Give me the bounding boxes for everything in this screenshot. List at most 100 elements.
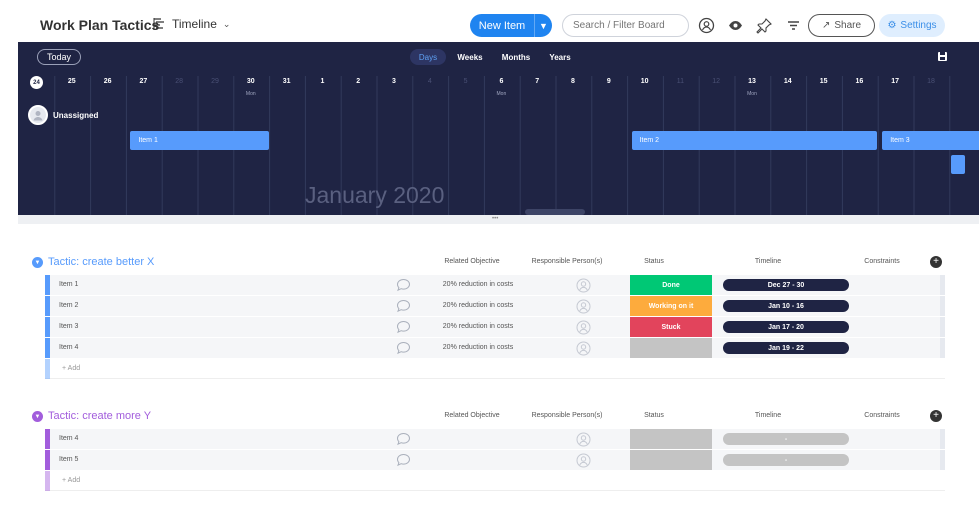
status-badge[interactable]	[630, 429, 712, 449]
timeline-pill[interactable]: Jan 17 - 20	[723, 321, 849, 333]
item-name[interactable]: Item 2	[59, 302, 78, 309]
comment-icon[interactable]	[396, 299, 411, 313]
table-row[interactable]: Item 4 -	[45, 429, 945, 450]
comment-icon[interactable]	[396, 453, 411, 467]
timeline-pill[interactable]: Dec 27 - 30	[723, 279, 849, 291]
comment-icon[interactable]	[396, 432, 411, 446]
item-name[interactable]: Item 4	[59, 344, 78, 351]
timeline-pill[interactable]: -	[723, 433, 849, 445]
timeline-date-label: 9	[606, 78, 611, 85]
add-item-label[interactable]: + Add	[62, 365, 80, 372]
comment-icon[interactable]	[396, 278, 411, 292]
group-color-stripe	[45, 296, 50, 316]
person-icon[interactable]	[576, 453, 591, 468]
timeline-pill[interactable]: -	[723, 454, 849, 466]
table-row[interactable]: Item 1 20% reduction in costs Done Dec 27 -…	[45, 275, 945, 296]
person-icon[interactable]	[576, 299, 591, 314]
collapse-group-icon[interactable]: ▼	[32, 257, 43, 268]
column-header-constraints[interactable]: Constraints	[852, 258, 912, 265]
add-item-row[interactable]: + Add	[45, 471, 945, 491]
comment-icon[interactable]	[396, 320, 411, 334]
group-title[interactable]: Tactic: create more Y	[48, 410, 151, 422]
group-tactic-x: ▼ Tactic: create better X Related Object…	[18, 254, 979, 384]
group-title[interactable]: Tactic: create better X	[48, 256, 154, 268]
objective-cell[interactable]: 20% reduction in costs	[423, 281, 533, 288]
new-item-dropdown-icon[interactable]: ▼	[534, 14, 552, 37]
objective-cell[interactable]: 20% reduction in costs	[423, 323, 533, 330]
column-header-objective[interactable]: Related Objective	[432, 412, 512, 419]
add-column-button[interactable]: +	[930, 410, 942, 422]
row-end-cap	[940, 338, 945, 358]
status-badge[interactable]: Stuck	[630, 317, 712, 337]
timeline-bar[interactable]: Item 2	[631, 131, 878, 150]
today-button[interactable]: Today	[37, 49, 81, 65]
timeline-date-label: 28	[175, 78, 184, 85]
timeline-bar[interactable]: Item 3	[882, 131, 979, 150]
timeline-pill[interactable]: Jan 10 - 16	[723, 300, 849, 312]
pin-icon[interactable]	[756, 17, 773, 34]
table-row[interactable]: Item 3 20% reduction in costs Stuck Jan 17 …	[45, 317, 945, 338]
zoom-years[interactable]: Years	[542, 49, 578, 65]
timeline-date-label: 29	[211, 78, 219, 85]
table-row[interactable]: Item 2 20% reduction in costs Working on i…	[45, 296, 945, 317]
share-button[interactable]: ↗ Share	[808, 14, 875, 37]
person-icon[interactable]	[576, 320, 591, 335]
zoom-weeks[interactable]: Weeks	[452, 49, 488, 65]
column-header-person[interactable]: Responsible Person(s)	[522, 258, 612, 265]
month-label: January 2020	[305, 182, 445, 208]
timeline-date-label: 27	[139, 78, 148, 85]
zoom-months[interactable]: Months	[496, 49, 536, 65]
save-icon[interactable]	[937, 51, 948, 62]
status-badge[interactable]	[630, 450, 712, 470]
add-item-row[interactable]: + Add	[45, 359, 945, 379]
view-switcher[interactable]: Timeline ⌄	[152, 17, 230, 31]
person-icon[interactable]	[576, 278, 591, 293]
column-header-person[interactable]: Responsible Person(s)	[522, 412, 612, 419]
collapse-group-icon[interactable]: ▼	[32, 411, 43, 422]
search-input[interactable]	[562, 14, 689, 37]
column-header-constraints[interactable]: Constraints	[852, 412, 912, 419]
zoom-days[interactable]: Days	[410, 49, 446, 65]
add-item-label[interactable]: + Add	[62, 477, 80, 484]
sort-icon[interactable]	[785, 17, 802, 34]
settings-label: Settings	[900, 20, 937, 31]
table-row[interactable]: Item 4 20% reduction in costs Jan 19 - 22	[45, 338, 945, 359]
group-color-stripe	[45, 275, 50, 295]
new-item-button[interactable]: New Item ▼	[470, 14, 552, 37]
column-header-timeline[interactable]: Timeline	[736, 258, 800, 265]
timeline-bar[interactable]: Item 1	[130, 131, 269, 150]
item-name[interactable]: Item 5	[59, 456, 78, 463]
status-badge[interactable]: Working on it	[630, 296, 712, 316]
comment-icon[interactable]	[396, 341, 411, 355]
settings-button[interactable]: ⚙ Settings	[879, 14, 945, 37]
group-header: ▼ Tactic: create better X Related Object…	[18, 254, 979, 272]
timeline-date-label: 17	[891, 78, 900, 85]
column-header-status[interactable]: Status	[626, 412, 682, 419]
column-header-timeline[interactable]: Timeline	[736, 412, 800, 419]
unassigned-lane: Unassigned	[28, 105, 98, 125]
unassigned-label: Unassigned	[53, 110, 99, 120]
hide-icon[interactable]	[727, 17, 744, 34]
objective-cell[interactable]: 20% reduction in costs	[423, 302, 533, 309]
item-name[interactable]: Item 1	[59, 281, 78, 288]
item-name[interactable]: Item 4	[59, 435, 78, 442]
timeline-resizer[interactable]: •••	[18, 215, 979, 224]
person-icon[interactable]	[576, 341, 591, 356]
group-color-stripe	[45, 317, 50, 337]
left-edge	[0, 0, 18, 513]
objective-cell[interactable]: 20% reduction in costs	[423, 344, 533, 351]
status-badge[interactable]: Done	[630, 275, 712, 295]
group-color-stripe	[45, 471, 50, 491]
group-color-stripe	[45, 359, 50, 379]
add-column-button[interactable]: +	[930, 256, 942, 268]
person-icon[interactable]	[576, 432, 591, 447]
timeline-bar-overflow[interactable]	[951, 155, 965, 174]
person-filter-icon[interactable]	[698, 17, 715, 34]
column-header-objective[interactable]: Related Objective	[432, 258, 512, 265]
item-name[interactable]: Item 3	[59, 323, 78, 330]
timeline-panel[interactable]: Today Days Weeks Months Years 25 26 27 28 29…	[18, 42, 979, 215]
table-row[interactable]: Item 5 -	[45, 450, 945, 471]
timeline-pill[interactable]: Jan 19 - 22	[723, 342, 849, 354]
column-header-status[interactable]: Status	[626, 258, 682, 265]
status-badge[interactable]	[630, 338, 712, 358]
